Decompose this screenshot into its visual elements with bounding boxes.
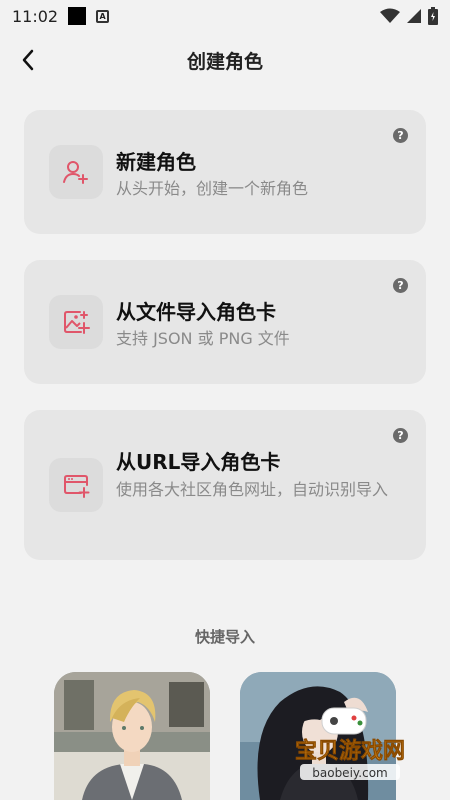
import-url-card[interactable]: ? 从URL导入角色卡 使用各大社区角色网址，自动识别导入 [24, 410, 426, 560]
card-description: 支持 JSON 或 PNG 文件 [116, 329, 290, 348]
help-icon[interactable]: ? [393, 428, 408, 443]
help-icon[interactable]: ? [393, 128, 408, 143]
black-square-icon [68, 7, 87, 25]
browser-add-icon [49, 458, 103, 512]
card-description: 使用各大社区角色网址，自动识别导入 [116, 480, 389, 499]
a-box-icon: A [96, 9, 110, 23]
new-character-card[interactable]: ? 新建角色 从头开始，创建一个新角色 [24, 110, 426, 234]
watermark-logo: 宝贝游戏网 baobeiy.com [270, 706, 430, 786]
help-icon[interactable]: ? [393, 278, 408, 293]
svg-text:baobeiy.com: baobeiy.com [312, 766, 387, 780]
chevron-left-icon [22, 49, 34, 71]
battery-icon [428, 7, 438, 25]
card-title: 从URL导入角色卡 [116, 450, 281, 474]
app-header: 创建角色 [0, 36, 450, 84]
wifi-icon [380, 8, 400, 23]
page-title: 创建角色 [186, 50, 263, 73]
quick-import-title: 快捷导入 [194, 628, 255, 646]
back-button[interactable] [12, 44, 44, 76]
svg-text:宝贝游戏网: 宝贝游戏网 [295, 738, 405, 764]
signal-icon [407, 9, 421, 23]
card-title: 从文件导入角色卡 [116, 300, 276, 324]
status-time: 11:02 [12, 6, 59, 26]
import-file-card[interactable]: ? 从文件导入角色卡 支持 JSON 或 PNG 文件 [24, 260, 426, 384]
quick-import-character-thumbnail[interactable] [54, 672, 210, 800]
card-description: 从头开始，创建一个新角色 [116, 179, 309, 198]
card-title: 新建角色 [116, 150, 196, 174]
person-add-icon [49, 145, 103, 199]
image-add-icon [49, 295, 103, 349]
status-bar: 11:02 A [0, 0, 450, 32]
